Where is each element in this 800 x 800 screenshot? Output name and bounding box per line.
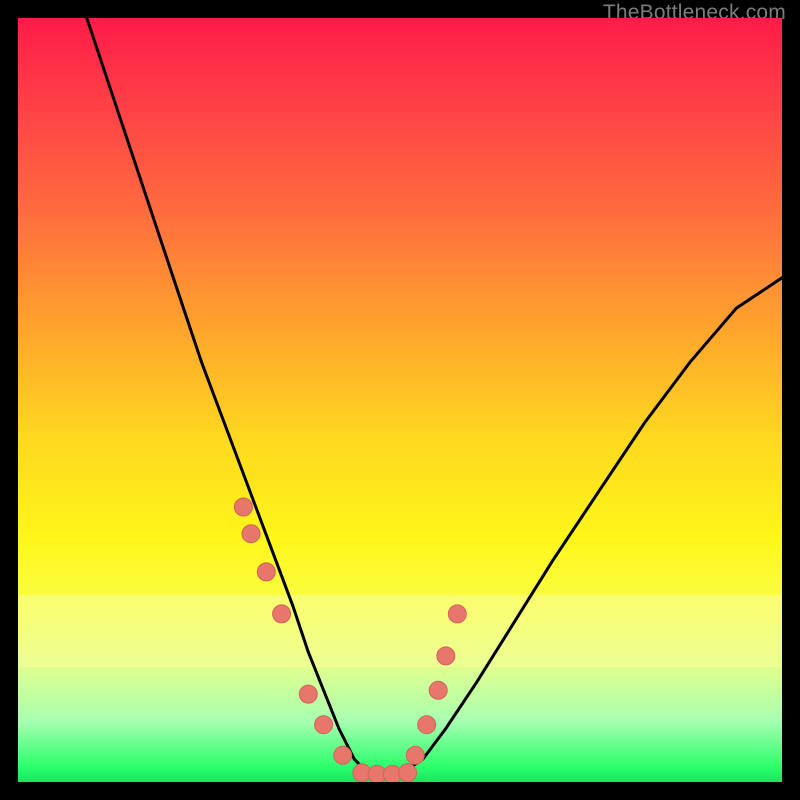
plot-area: [18, 18, 782, 782]
curve-layer: [18, 18, 782, 782]
sample-point: [437, 647, 455, 665]
chart-container: TheBottleneck.com: [0, 0, 800, 800]
sample-point: [399, 764, 417, 782]
sample-point: [406, 746, 424, 764]
sample-point: [315, 716, 333, 734]
sample-point: [448, 605, 466, 623]
sample-point: [418, 716, 436, 734]
sample-point: [334, 746, 352, 764]
sample-point: [257, 563, 275, 581]
sample-point: [273, 605, 291, 623]
sample-point: [429, 681, 447, 699]
sample-point: [242, 525, 260, 543]
sample-point: [234, 498, 252, 516]
sample-point: [299, 685, 317, 703]
bottleneck-curve: [87, 18, 782, 774]
